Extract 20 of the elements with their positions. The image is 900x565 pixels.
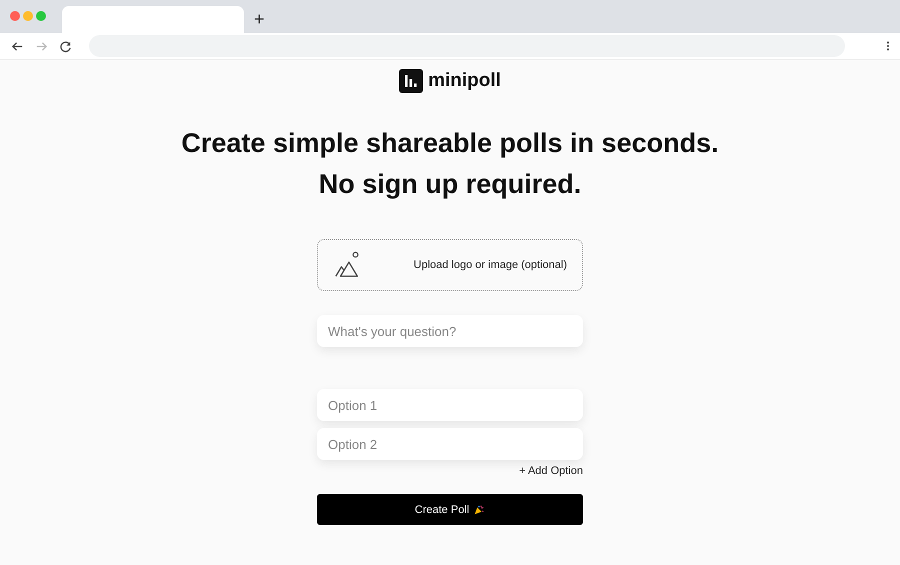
party-popper-icon xyxy=(473,504,486,516)
menu-icon[interactable] xyxy=(886,40,890,52)
upload-area[interactable]: Upload logo or image (optional) xyxy=(317,239,583,291)
back-icon[interactable] xyxy=(11,40,24,52)
window-zoom-dot[interactable] xyxy=(36,11,46,21)
add-option-link[interactable]: + Add Option xyxy=(519,465,583,477)
option-field[interactable]: Option 1 xyxy=(317,389,583,421)
reload-icon[interactable] xyxy=(59,40,72,52)
headline: No sign up required. xyxy=(318,168,582,201)
question-field[interactable]: What's your question? xyxy=(317,315,583,347)
forward-icon[interactable] xyxy=(35,40,48,52)
browser-tab[interactable] xyxy=(62,6,244,33)
brand-name: minipoll xyxy=(428,70,501,92)
window-close-dot[interactable] xyxy=(10,11,20,21)
create-poll-button[interactable]: Create Poll xyxy=(317,494,583,525)
new-tab-button[interactable]: + xyxy=(252,9,267,30)
option-field[interactable]: Option 2 xyxy=(317,428,583,460)
window-minimize-dot[interactable] xyxy=(23,11,33,21)
logo-icon xyxy=(399,69,424,93)
headline: Create simple shareable polls in seconds. xyxy=(181,127,719,160)
